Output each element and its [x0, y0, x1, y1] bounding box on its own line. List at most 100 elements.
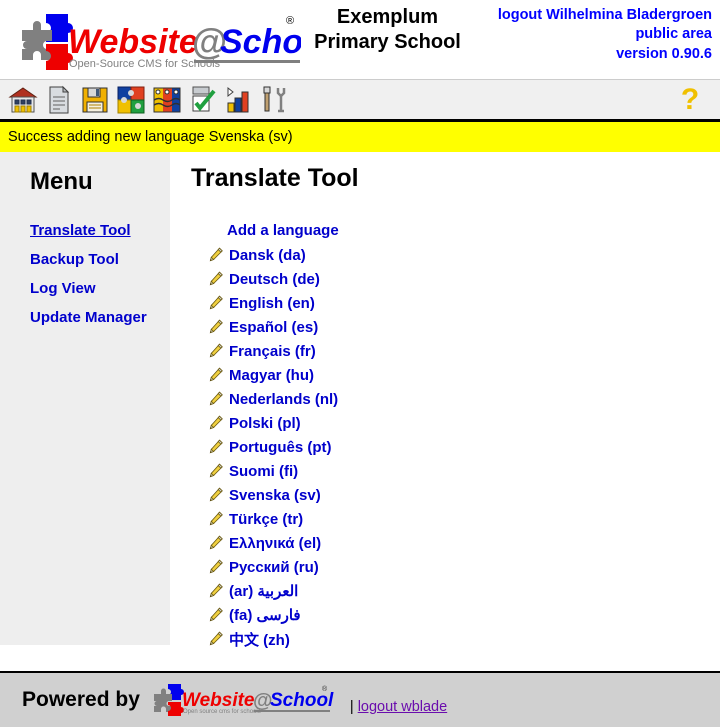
svg-text:Open source cms for schools: Open source cms for schools: [183, 709, 261, 715]
language-row[interactable]: العربية (ar): [170, 579, 720, 603]
edit-pencil-icon: [209, 559, 223, 574]
edit-pencil-icon: [209, 607, 223, 622]
footer-site-logo[interactable]: Website @ School ® Open source cms for s…: [146, 682, 336, 721]
statistics-bars-icon[interactable]: [222, 83, 256, 117]
edit-pencil-icon: [209, 439, 223, 454]
language-link: English (en): [229, 294, 315, 312]
language-link: Türkçe (tr): [229, 510, 304, 528]
sidebar-link-log-view[interactable]: Log View: [30, 280, 96, 297]
language-link: Nederlands (nl): [229, 390, 339, 408]
language-row[interactable]: Türkçe (tr): [170, 507, 720, 531]
sidebar-title: Menu: [30, 168, 93, 195]
language-link: Deutsch (de): [229, 270, 320, 288]
language-link: العربية (ar): [229, 583, 299, 600]
add-language-row[interactable]: Add a language: [170, 217, 720, 243]
page-header: Website @ School ® Open-Source CMS for S…: [0, 0, 720, 79]
sidebar-link-backup-tool[interactable]: Backup Tool: [30, 251, 119, 268]
language-row[interactable]: Svenska (sv): [170, 483, 720, 507]
page-footer: Powered by Website @ School ® Open sourc…: [0, 671, 720, 727]
sidebar-link-translate-tool[interactable]: Translate Tool: [30, 222, 131, 239]
add-language-link[interactable]: Add a language: [227, 222, 339, 239]
app-window: Website @ School ® Open-Source CMS for S…: [0, 0, 720, 727]
language-link: Français (fr): [229, 342, 316, 360]
language-list: Add a language Dansk (da) Deutsch (de) Eng…: [170, 217, 720, 651]
approve-checkbox-icon[interactable]: [186, 83, 220, 117]
language-row[interactable]: فارسى (fa): [170, 603, 720, 627]
website-at-school-logo-icon: Website @ School ® Open-Source CMS for S…: [22, 14, 301, 70]
edit-pencil-icon: [209, 343, 223, 358]
edit-pencil-icon: [209, 367, 223, 382]
language-link: 中文 (zh): [229, 631, 290, 649]
page-body: Menu Translate Tool Backup Tool Log View…: [0, 152, 720, 649]
language-row[interactable]: Deutsch (de): [170, 267, 720, 291]
modules-puzzle-icon[interactable]: [114, 83, 148, 117]
edit-pencil-icon: [209, 295, 223, 310]
language-row[interactable]: Nederlands (nl): [170, 387, 720, 411]
svg-text:Open-Source CMS for Schools: Open-Source CMS for Schools: [69, 58, 221, 70]
language-link: Suomi (fi): [229, 462, 299, 480]
help-question-mark: ?: [680, 83, 700, 116]
svg-text:School: School: [220, 23, 301, 61]
sidebar-item-backup-tool[interactable]: Backup Tool: [30, 251, 170, 269]
sidebar: Menu Translate Tool Backup Tool Log View…: [0, 152, 170, 645]
edit-pencil-icon: [209, 391, 223, 406]
main-toolbar: ?: [0, 79, 720, 122]
language-row[interactable]: Português (pt): [170, 435, 720, 459]
sidebar-item-log-view[interactable]: Log View: [30, 280, 170, 298]
page-icon[interactable]: [42, 83, 76, 117]
edit-pencil-icon: [209, 463, 223, 478]
svg-text:Website: Website: [182, 690, 255, 711]
save-floppy-icon[interactable]: [78, 83, 112, 117]
language-link: Español (es): [229, 318, 319, 336]
site-logo[interactable]: Website @ School ® Open-Source CMS for S…: [6, 8, 306, 70]
sidebar-item-translate-tool[interactable]: Translate Tool: [30, 222, 170, 240]
language-row[interactable]: Español (es): [170, 315, 720, 339]
edit-pencil-icon: [209, 535, 223, 550]
main-content: Translate Tool Add a language Dansk (da)…: [170, 152, 720, 649]
school-name-line2: Primary School: [314, 30, 461, 53]
language-row[interactable]: Polski (pl): [170, 411, 720, 435]
svg-text:Website: Website: [68, 23, 198, 61]
edit-pencil-icon: [209, 247, 223, 262]
language-link: Svenska (sv): [229, 486, 321, 504]
user-session-info: logout Wilhelmina Bladergroen public are…: [498, 6, 712, 64]
area-label: public area: [635, 26, 712, 43]
language-row[interactable]: 中文 (zh): [170, 627, 720, 651]
edit-pencil-icon: [209, 631, 223, 646]
school-name-line1: Exemplum: [336, 6, 439, 28]
svg-text:School: School: [270, 690, 334, 711]
users-faces-icon[interactable]: [150, 83, 184, 117]
language-row[interactable]: Français (fr): [170, 339, 720, 363]
language-row[interactable]: Magyar (hu): [170, 363, 720, 387]
language-link: Português (pt): [229, 438, 332, 456]
svg-text:®: ®: [286, 15, 294, 27]
edit-pencil-icon: [209, 583, 223, 598]
edit-pencil-icon: [209, 319, 223, 334]
language-row[interactable]: Ελληνικά (el): [170, 531, 720, 555]
help-icon[interactable]: ?: [676, 84, 704, 116]
school-icon[interactable]: [6, 83, 40, 117]
language-link: Magyar (hu): [229, 366, 315, 384]
school-name: Exemplum Primary School: [300, 5, 475, 55]
edit-pencil-icon: [209, 271, 223, 286]
edit-pencil-icon: [209, 511, 223, 526]
language-row[interactable]: Dansk (da): [170, 243, 720, 267]
sidebar-link-update-manager[interactable]: Update Manager: [30, 309, 147, 326]
language-link: فارسى (fa): [229, 607, 301, 624]
sidebar-menu: Translate Tool Backup Tool Log View Upda…: [0, 222, 170, 327]
language-row[interactable]: Русский (ru): [170, 555, 720, 579]
footer-website-at-school-logo-icon: Website @ School ® Open source cms for s…: [153, 683, 334, 716]
powered-by-label: Powered by: [22, 688, 140, 711]
logout-link[interactable]: logout Wilhelmina Bladergroen: [498, 6, 712, 25]
status-message-bar: Success adding new language Svenska (sv): [0, 122, 720, 152]
status-message-text: Success adding new language Svenska (sv): [8, 129, 293, 145]
footer-links: | logout wblade: [350, 699, 447, 715]
tools-wrench-icon[interactable]: [258, 83, 292, 117]
language-row[interactable]: English (en): [170, 291, 720, 315]
sidebar-item-update-manager[interactable]: Update Manager: [30, 309, 170, 327]
edit-pencil-icon: [209, 415, 223, 430]
footer-logout-link[interactable]: logout wblade: [358, 699, 448, 715]
language-link: Polski (pl): [229, 414, 301, 432]
footer-separator: |: [349, 699, 354, 715]
language-row[interactable]: Suomi (fi): [170, 459, 720, 483]
